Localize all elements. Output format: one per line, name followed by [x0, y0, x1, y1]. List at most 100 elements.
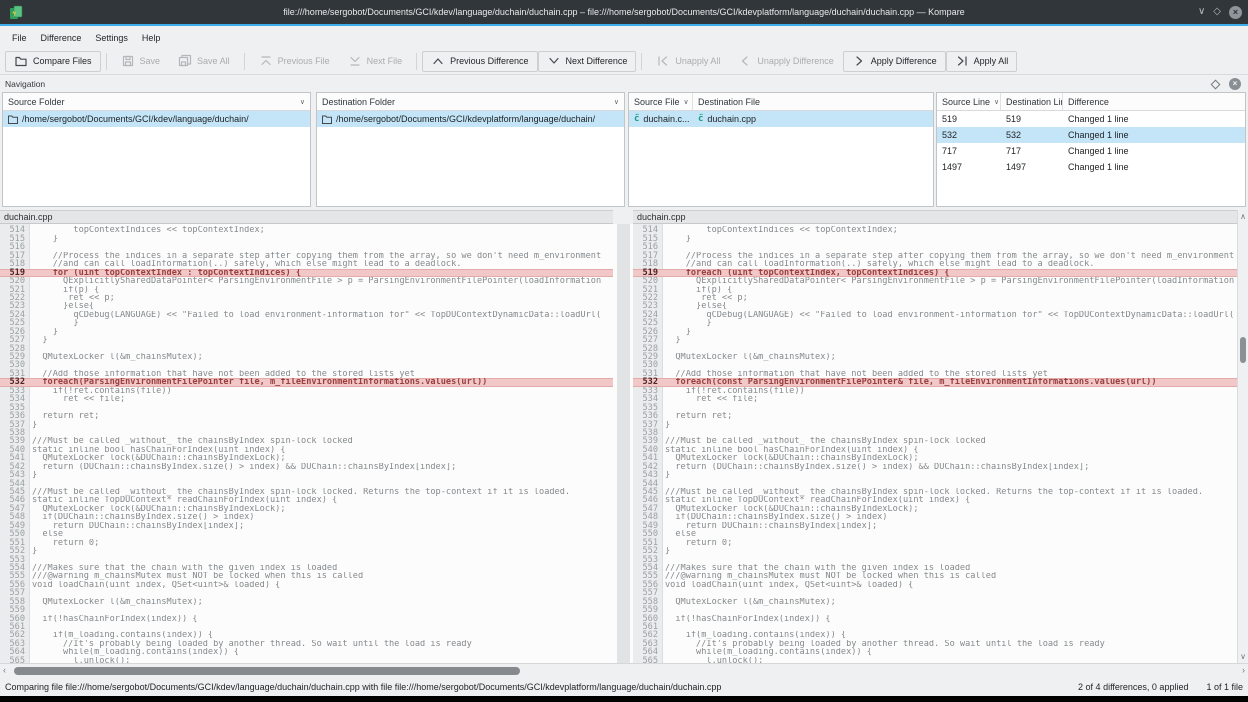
difference-row[interactable]: 519519Changed 1 line: [937, 111, 1245, 127]
navigation-panel: Source Folder ∨ /home/sergobot/Documents…: [0, 92, 1248, 208]
differences-rows: 519519Changed 1 line532532Changed 1 line…: [937, 111, 1245, 175]
line-text: QExplicitlySharedDataPointer< ParsingEnv…: [30, 277, 613, 285]
unapply-difference-button[interactable]: Unapply Difference: [729, 51, 842, 72]
next-file-button[interactable]: Next File: [339, 51, 412, 72]
code-line: 518 //and can call loadInformation(..) s…: [633, 260, 1237, 268]
unapply-all-button[interactable]: Unapply All: [647, 51, 729, 72]
code-line: 534 ret << file;: [0, 395, 613, 403]
maximize-window-icon[interactable]: ◇: [1213, 7, 1221, 17]
previous-difference-button[interactable]: Previous Difference: [422, 51, 537, 72]
line-text: QMutexLocker l(&m_chainsMutex);: [663, 353, 1237, 361]
line-text: while(m_loading.contains(index)) {: [663, 648, 1237, 656]
line-text: static inline bool hasChainForIndex(uint…: [663, 446, 1237, 454]
line-text: return ret;: [30, 412, 613, 420]
source-folder-header[interactable]: Source Folder ∨: [3, 93, 310, 111]
source-line-value: 1497: [937, 159, 1001, 175]
menu-help[interactable]: Help: [135, 30, 168, 46]
destination-folder-list: Destination Folder ∨ /home/sergobot/Docu…: [316, 92, 625, 207]
close-window-icon[interactable]: ×: [1229, 6, 1242, 19]
apply-difference-button[interactable]: Apply Difference: [843, 51, 946, 72]
shade-window-icon[interactable]: ∨: [1198, 7, 1205, 17]
horizontal-scrollbar-thumb[interactable]: [14, 667, 520, 675]
line-text: //It's probably being loaded by another …: [663, 640, 1237, 648]
horizontal-scrollbar[interactable]: ‹ ›: [0, 663, 1248, 678]
difference-row[interactable]: 532532Changed 1 line: [937, 127, 1245, 143]
save-all-button[interactable]: Save All: [169, 51, 239, 72]
compare-files-button[interactable]: Compare Files: [5, 51, 101, 72]
code-line: 538: [0, 429, 613, 437]
destination-folder-header[interactable]: Destination Folder ∨: [317, 93, 624, 111]
line-text: [663, 404, 1237, 412]
difference-row[interactable]: 14971497Changed 1 line: [937, 159, 1245, 175]
scroll-left-icon[interactable]: ‹: [3, 665, 6, 675]
changed-code-line[interactable]: 532 foreach(ParsingEnvironmentFilePointe…: [0, 378, 613, 386]
folder-icon: [322, 115, 332, 124]
line-text: [663, 606, 1237, 614]
line-text: if(p) {: [663, 286, 1237, 294]
code-line: 516: [633, 243, 1237, 251]
differences-header[interactable]: Source Line ∨ Destination Line Differenc…: [937, 93, 1245, 111]
difference-value: Changed 1 line: [1063, 127, 1245, 143]
apply-difference-label: Apply Difference: [871, 56, 937, 66]
code-line: 515 }: [633, 235, 1237, 243]
code-line: 528: [633, 345, 1237, 353]
code-line: 524 qCDebug(LANGUAGE) << "Failed to load…: [633, 311, 1237, 319]
line-text: //Add those information that have not be…: [663, 370, 1237, 378]
code-line: 520 QExplicitlySharedDataPointer< Parsin…: [0, 277, 613, 285]
code-line: 539///Must be called _without_ the chain…: [633, 437, 1237, 445]
code-line: 553: [633, 556, 1237, 564]
next-difference-button[interactable]: Next Difference: [538, 51, 637, 72]
vertical-scrollbar-thumb[interactable]: [1240, 337, 1246, 363]
dock-float-icon[interactable]: [1211, 79, 1221, 89]
vertical-scrollbar[interactable]: ∧ ∨: [1237, 210, 1248, 663]
code-line: 544: [633, 480, 1237, 488]
changed-code-line[interactable]: 519 foreach (uint topContextIndex, topCo…: [633, 269, 1237, 277]
code-line: 517 //Process the indices in a separate …: [633, 252, 1237, 260]
code-line: 559: [633, 606, 1237, 614]
menu-difference[interactable]: Difference: [34, 30, 89, 46]
scroll-right-icon[interactable]: ›: [1242, 665, 1245, 675]
line-text: ret << file;: [30, 395, 613, 403]
line-text: qCDebug(LANGUAGE) << "Failed to load env…: [30, 311, 613, 319]
folder-icon: [8, 115, 18, 124]
destination-folder-row[interactable]: /home/sergobot/Documents/GCI/kdevplatfor…: [317, 111, 624, 127]
line-text: [30, 345, 613, 353]
line-text: return ret;: [663, 412, 1237, 420]
files-header[interactable]: Source File ∨ Destination File: [629, 93, 933, 111]
source-folder-row[interactable]: /home/sergobot/Documents/GCI/kdev/langua…: [3, 111, 310, 127]
previous-file-button[interactable]: Previous File: [250, 51, 339, 72]
line-text: QMutexLocker lock(&DUChain::chainsByInde…: [663, 505, 1237, 513]
line-text: if(m_loading.contains(index)) {: [663, 631, 1237, 639]
code-line: 521 if(p) {: [0, 286, 613, 294]
code-line: 557: [633, 589, 1237, 597]
code-line: 518 //and can call loadInformation(..) s…: [0, 260, 613, 268]
save-button[interactable]: Save: [112, 51, 170, 72]
difference-row[interactable]: 717717Changed 1 line: [937, 143, 1245, 159]
next-difference-label: Next Difference: [566, 56, 628, 66]
arrow-top-icon: [259, 54, 273, 68]
line-text: }: [30, 471, 613, 479]
line-text: return 0;: [30, 539, 613, 547]
line-text: ///Makes sure that the chain with the gi…: [663, 564, 1237, 572]
scroll-up-icon[interactable]: ∧: [1238, 212, 1248, 221]
code-line: 524 qCDebug(LANGUAGE) << "Failed to load…: [0, 311, 613, 319]
files-row[interactable]: c̈ duchain.c... c̈ duchain.cpp: [629, 111, 933, 127]
scroll-down-icon[interactable]: ∨: [1238, 652, 1248, 661]
line-text: ret << p;: [30, 294, 613, 302]
line-text: QMutexLocker lock(&DUChain::chainsByInde…: [30, 505, 613, 513]
code-line: 545///Must be called _without_ the chain…: [633, 488, 1237, 496]
left-pane-scrollbar[interactable]: [617, 224, 630, 663]
apply-all-button[interactable]: Apply All: [946, 51, 1018, 72]
menu-settings[interactable]: Settings: [88, 30, 135, 46]
line-text: [663, 361, 1237, 369]
changed-code-line[interactable]: 532 foreach(const ParsingEnvironmentFile…: [633, 378, 1237, 386]
changed-code-line[interactable]: 519 for (uint topContextIndex : topConte…: [0, 269, 613, 277]
sort-chevron-icon: ∨: [610, 98, 619, 106]
menu-file[interactable]: File: [5, 30, 34, 46]
dock-close-icon[interactable]: ×: [1229, 78, 1241, 90]
destination-code-lines: 513514 topContextIndices << topContextIn…: [633, 224, 1237, 663]
previous-file-label: Previous File: [278, 56, 330, 66]
files-list: Source File ∨ Destination File c̈ duchai…: [628, 92, 934, 207]
line-text: [30, 589, 613, 597]
line-text: if(!hasChainForIndex(index)) {: [30, 615, 613, 623]
